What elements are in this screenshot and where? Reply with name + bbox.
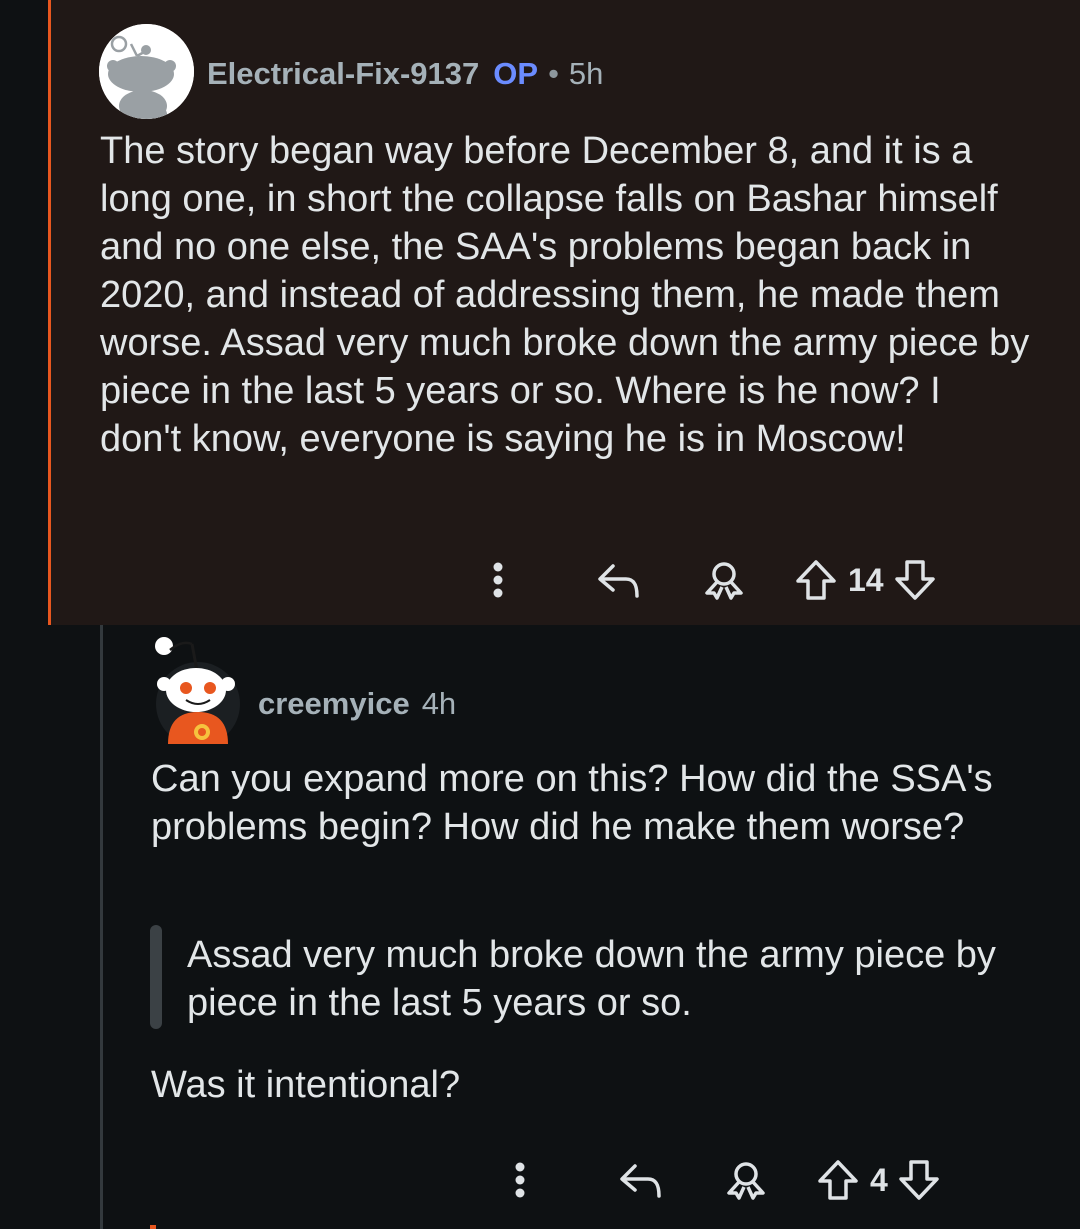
vote-score: 14 <box>848 561 884 598</box>
reply-button[interactable] <box>588 552 650 608</box>
thread-line[interactable] <box>100 625 103 1229</box>
downvote-arrow-icon <box>899 1160 939 1200</box>
upvote-arrow-icon <box>818 1160 858 1200</box>
downvote-button[interactable] <box>890 552 940 608</box>
comment-timestamp: 4h <box>421 686 457 721</box>
upvote-button[interactable] <box>790 552 842 608</box>
more-vertical-icon <box>515 1162 525 1198</box>
award-icon <box>705 562 743 600</box>
comment-action-bar: 14 <box>470 552 940 608</box>
reply-button[interactable] <box>610 1152 672 1208</box>
downvote-arrow-icon <box>894 560 935 600</box>
meta-separator: • <box>548 56 559 91</box>
blockquote-bar <box>150 925 162 1029</box>
snoo-avatar-icon <box>155 637 240 746</box>
upvote-arrow-icon <box>796 560 836 600</box>
avatar[interactable] <box>152 632 244 746</box>
comment-thread: Electrical-Fix-9137 OP • 5h The story be… <box>0 0 1080 1229</box>
op-highlight-rail <box>48 0 51 625</box>
vote-score: 4 <box>870 1161 888 1198</box>
comment-body: Can you expand more on this? How did the… <box>151 758 993 848</box>
op-badge: OP <box>493 56 539 91</box>
next-comment-accent <box>150 1225 156 1229</box>
username-link[interactable]: creemyice <box>258 686 410 722</box>
comment-timestamp: 5h <box>568 56 604 91</box>
award-button[interactable] <box>718 1152 774 1208</box>
comment-action-bar: 4 <box>492 1152 944 1208</box>
reply-arrow-icon <box>598 564 639 598</box>
more-vertical-icon <box>493 562 503 598</box>
comment-body-continued: Was it intentional? <box>151 1064 461 1106</box>
downvote-button[interactable] <box>894 1152 944 1208</box>
comment-meta: Electrical-Fix-9137 OP • 5h <box>207 52 603 96</box>
upvote-button[interactable] <box>812 1152 864 1208</box>
award-icon <box>727 1162 765 1200</box>
more-options-button[interactable] <box>470 552 526 608</box>
comment-meta: creemyice 4h <box>258 682 456 726</box>
more-options-button[interactable] <box>492 1152 548 1208</box>
reply-arrow-icon <box>620 1164 661 1198</box>
blockquote-text: Assad very much broke down the army piec… <box>187 934 996 1024</box>
comment-body: The story began way before December 8, a… <box>100 130 1030 460</box>
award-button[interactable] <box>696 552 752 608</box>
avatar[interactable] <box>99 24 194 119</box>
username-link[interactable]: Electrical-Fix-9137 <box>207 56 479 92</box>
default-snoo-avatar-icon <box>99 24 194 119</box>
